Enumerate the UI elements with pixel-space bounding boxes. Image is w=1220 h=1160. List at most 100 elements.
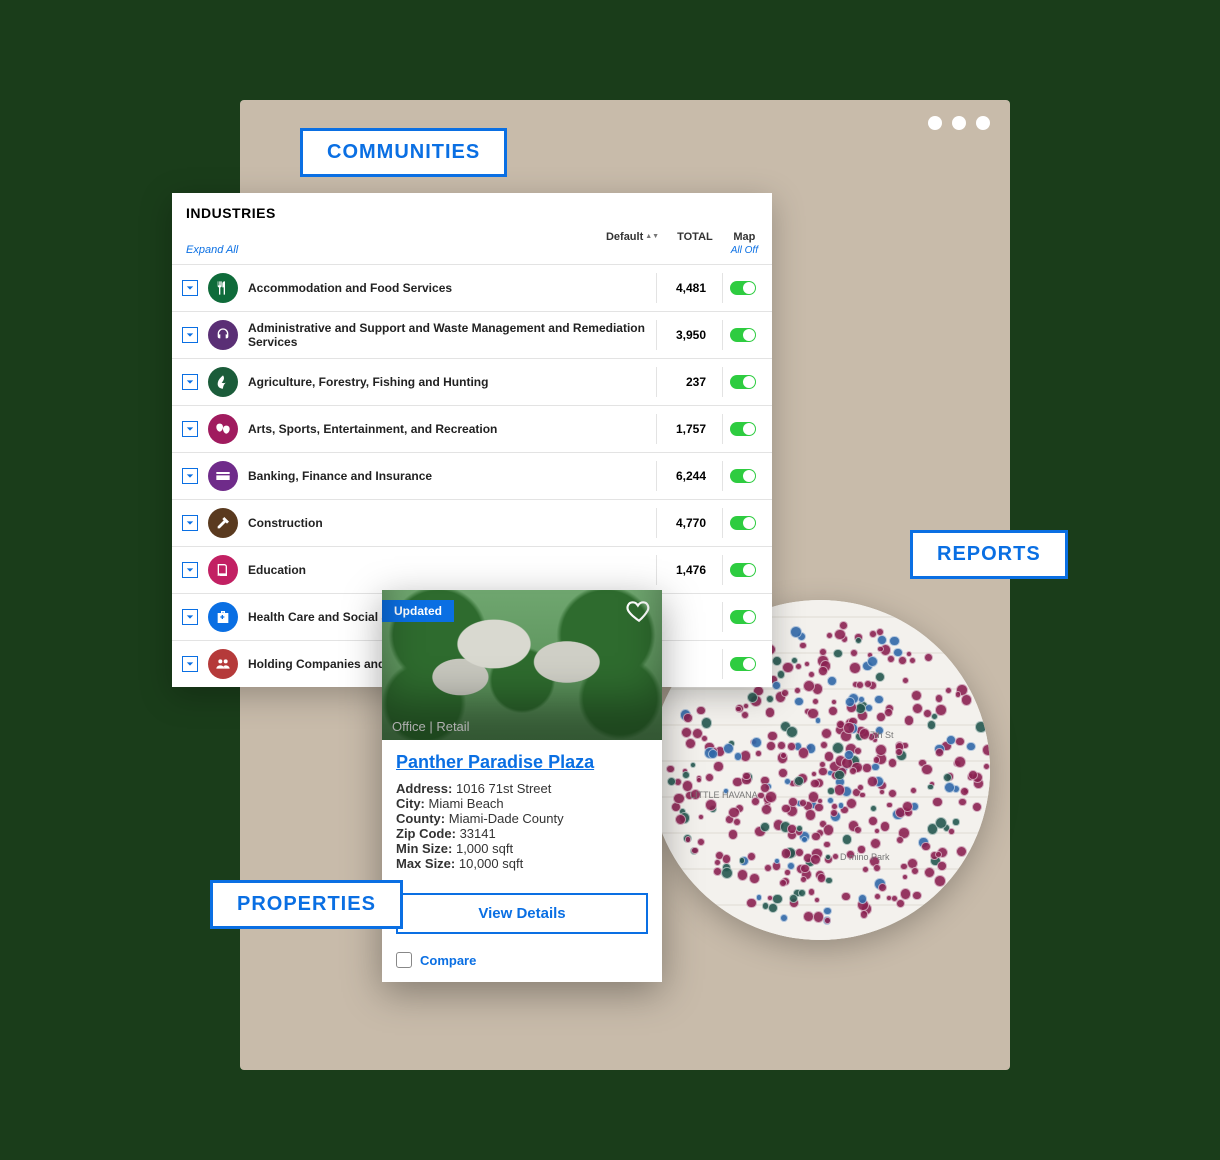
map-label: D mino Park [840, 852, 890, 862]
expand-row-button[interactable] [182, 468, 198, 484]
field-label: Address: [396, 781, 452, 796]
field-value: 10,000 sqft [459, 856, 523, 871]
map-toggle-cell [722, 414, 762, 444]
map-toggle[interactable] [730, 422, 756, 436]
field-label: City: [396, 796, 425, 811]
chevron-down-icon [186, 284, 194, 292]
industry-name: Administrative and Support and Waste Man… [248, 321, 646, 349]
chevron-down-icon [186, 613, 194, 621]
industry-icon [208, 273, 238, 303]
industry-row: Administrative and Support and Waste Man… [172, 311, 772, 358]
industry-name: Agriculture, Forestry, Fishing and Hunti… [248, 375, 646, 389]
map-toggle-cell [722, 273, 762, 303]
industry-row: Banking, Finance and Insurance 6,244 [172, 452, 772, 499]
favorite-button[interactable] [626, 598, 652, 624]
map-toggle[interactable] [730, 563, 756, 577]
property-field: Max Size: 10,000 sqft [396, 856, 648, 871]
map-toggle[interactable] [730, 657, 756, 671]
industry-total: 1,757 [656, 414, 712, 444]
industry-icon [208, 414, 238, 444]
field-value: Miami-Dade County [449, 811, 564, 826]
field-label: Min Size: [396, 841, 452, 856]
industry-total: 4,481 [656, 273, 712, 303]
heart-icon [626, 598, 652, 624]
industry-icon [208, 649, 238, 679]
window-dot-icon [928, 116, 942, 130]
field-value: 33141 [460, 826, 496, 841]
chevron-down-icon [186, 472, 194, 480]
expand-all-link[interactable]: Expand All [186, 244, 238, 256]
property-field: Address: 1016 71st Street [396, 781, 648, 796]
map-toggle[interactable] [730, 328, 756, 342]
expand-row-button[interactable] [182, 280, 198, 296]
industry-total: 237 [656, 367, 712, 397]
chevron-down-icon [186, 331, 194, 339]
industry-total: 6,244 [656, 461, 712, 491]
industry-icon [208, 555, 238, 585]
industry-name: Construction [248, 516, 646, 530]
property-title-link[interactable]: Panther Paradise Plaza [396, 752, 648, 773]
expand-row-button[interactable] [182, 562, 198, 578]
chevron-down-icon [186, 425, 194, 433]
expand-row-button[interactable] [182, 421, 198, 437]
industry-name: Banking, Finance and Insurance [248, 469, 646, 483]
expand-row-button[interactable] [182, 609, 198, 625]
compare-checkbox[interactable] [396, 952, 412, 968]
map-toggle-cell [722, 367, 762, 397]
map-toggle[interactable] [730, 469, 756, 483]
industry-row: Construction 4,770 [172, 499, 772, 546]
property-field: County: Miami-Dade County [396, 811, 648, 826]
window-dot-icon [952, 116, 966, 130]
expand-row-button[interactable] [182, 515, 198, 531]
industry-total: 4,770 [656, 508, 712, 538]
field-value: Miami Beach [429, 796, 504, 811]
industry-row: Agriculture, Forestry, Fishing and Hunti… [172, 358, 772, 405]
callout-reports: REPORTS [910, 530, 1068, 579]
sort-caret-icon: ▲▼ [645, 235, 659, 239]
property-card: Updated Office | Retail Panther Paradise… [382, 590, 662, 982]
property-field: City: Miami Beach [396, 796, 648, 811]
industry-total [656, 609, 712, 625]
field-value: 1,000 sqft [456, 841, 513, 856]
map-toggle-cell [722, 602, 762, 632]
map-toggle[interactable] [730, 516, 756, 530]
map-toggle-cell [722, 508, 762, 538]
updated-badge: Updated [382, 600, 454, 622]
industry-icon [208, 320, 238, 350]
view-details-button[interactable]: View Details [396, 893, 648, 934]
industry-icon [208, 602, 238, 632]
expand-row-button[interactable] [182, 374, 198, 390]
industry-total: 3,950 [656, 320, 712, 350]
industry-icon [208, 508, 238, 538]
sort-selector[interactable]: Default ▲▼ [606, 231, 659, 243]
industry-total: 1,476 [656, 555, 712, 585]
industry-row: Arts, Sports, Entertainment, and Recreat… [172, 405, 772, 452]
industries-title: INDUSTRIES [186, 205, 758, 221]
sort-label: Default [606, 231, 643, 243]
field-label: Max Size: [396, 856, 455, 871]
expand-row-button[interactable] [182, 656, 198, 672]
chevron-down-icon [186, 378, 194, 386]
map-toggle-cell [722, 320, 762, 350]
map-toggle-cell [722, 461, 762, 491]
industry-name: Accommodation and Food Services [248, 281, 646, 295]
callout-properties: PROPERTIES [210, 880, 403, 929]
map-toggle[interactable] [730, 610, 756, 624]
industry-name: Arts, Sports, Entertainment, and Recreat… [248, 422, 646, 436]
map-toggle[interactable] [730, 281, 756, 295]
map-column-head: Map [733, 231, 755, 243]
expand-row-button[interactable] [182, 327, 198, 343]
total-column-head: TOTAL [677, 231, 713, 243]
field-value: 1016 71st Street [456, 781, 551, 796]
map-toggle-cell [722, 555, 762, 585]
window-dot-icon [976, 116, 990, 130]
industry-row: Accommodation and Food Services 4,481 [172, 264, 772, 311]
compare-control[interactable]: Compare [382, 946, 662, 982]
industry-icon [208, 461, 238, 491]
chevron-down-icon [186, 566, 194, 574]
map-toggle[interactable] [730, 375, 756, 389]
property-field: Zip Code: 33141 [396, 826, 648, 841]
chevron-down-icon [186, 660, 194, 668]
all-off-link[interactable]: All Off [731, 245, 758, 256]
field-label: County: [396, 811, 445, 826]
